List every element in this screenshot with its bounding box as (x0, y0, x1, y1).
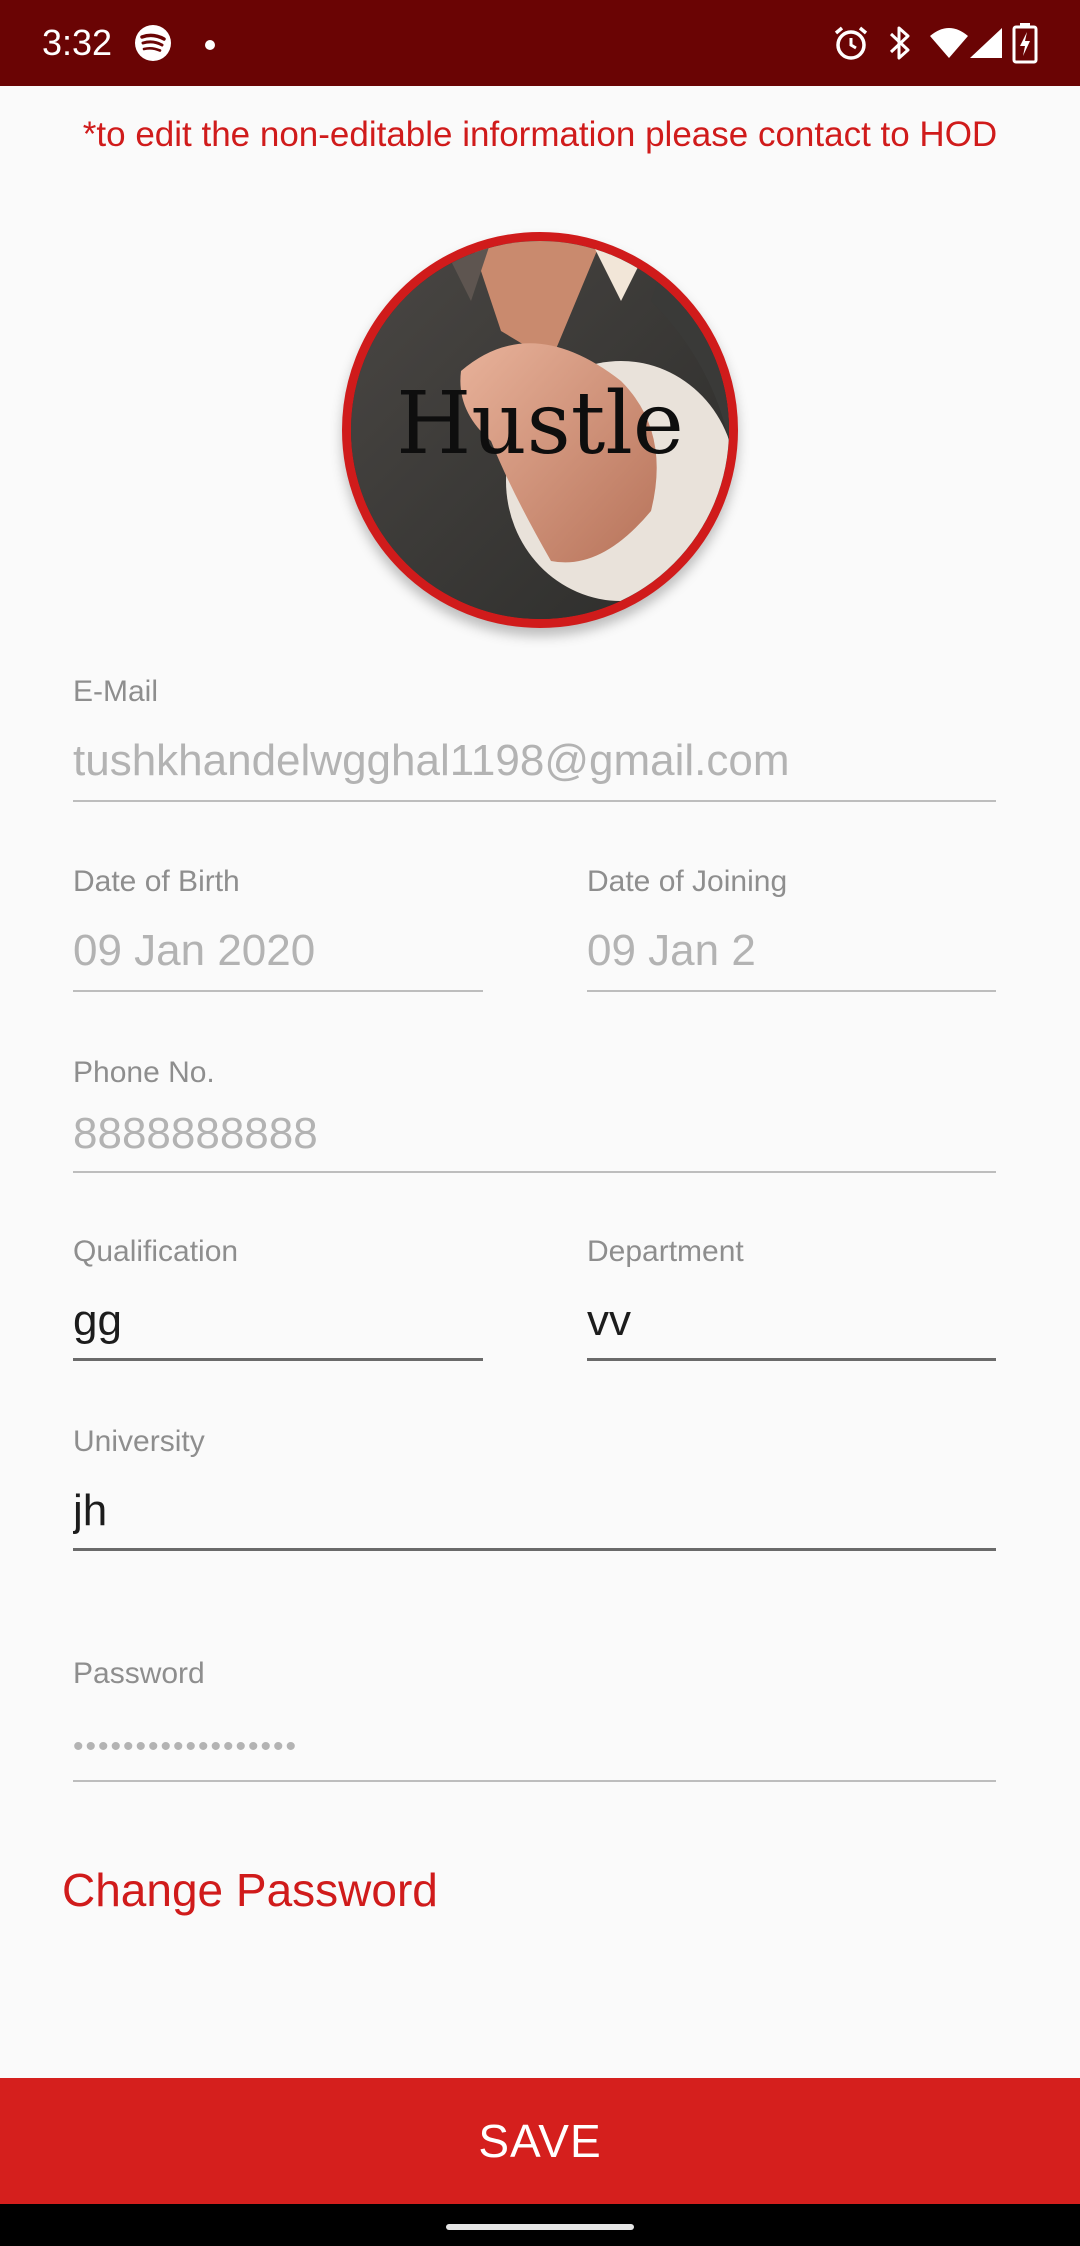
alarm-icon (832, 24, 870, 67)
wifi-icon (928, 24, 970, 67)
qualification-underline (73, 1358, 483, 1361)
signal-icon (968, 24, 1004, 67)
doj-field: Date of Joining 09 Jan 2 (587, 864, 996, 994)
university-input[interactable]: jh (73, 1484, 107, 1538)
university-underline (73, 1548, 996, 1551)
dob-label: Date of Birth (73, 865, 240, 898)
password-underline (73, 1780, 996, 1782)
department-label: Department (587, 1235, 744, 1268)
phone-field: Phone No. 8888888888 (73, 1055, 996, 1185)
qualification-field[interactable]: Qualification gg (73, 1234, 483, 1364)
spotify-icon (134, 24, 172, 67)
department-input[interactable]: vv (587, 1294, 631, 1348)
bluetooth-icon (886, 24, 914, 67)
doj-label: Date of Joining (587, 865, 788, 898)
notification-dot-icon (204, 38, 216, 56)
profile-avatar[interactable]: Hustle (342, 232, 738, 628)
email-field: E-Mail tushkhandelwgghal1198@gmail.com (73, 674, 996, 804)
phone-value: 8888888888 (73, 1109, 318, 1158)
department-underline (587, 1358, 996, 1361)
doj-value: 09 Jan 2 (587, 926, 756, 975)
email-value: tushkhandelwgghal1198@gmail.com (73, 736, 790, 785)
dob-value: 09 Jan 2020 (73, 926, 316, 975)
battery-charging-icon (1012, 22, 1038, 69)
university-label: University (73, 1425, 205, 1458)
phone-underline (73, 1171, 996, 1173)
edit-notice: *to edit the non-editable information pl… (82, 115, 998, 154)
department-field[interactable]: Department vv (587, 1234, 996, 1364)
change-password-link[interactable]: Change Password (62, 1862, 438, 1918)
password-field: Password •••••••••••••••••• (73, 1656, 996, 1786)
dob-field: Date of Birth 09 Jan 2020 (73, 864, 483, 994)
save-button[interactable]: SAVE (0, 2078, 1080, 2204)
university-field[interactable]: University jh (73, 1424, 996, 1554)
navigation-bar (0, 2204, 1080, 2246)
avatar-image-text: Hustle (396, 374, 683, 474)
qualification-input[interactable]: gg (73, 1294, 122, 1348)
phone-label: Phone No. (73, 1056, 215, 1089)
email-underline (73, 800, 996, 802)
home-gesture-handle[interactable] (446, 2224, 634, 2230)
doj-underline (587, 990, 996, 992)
status-time: 3:32 (42, 22, 113, 63)
password-value: •••••••••••••••••• (73, 1730, 299, 1763)
dob-underline (73, 990, 483, 992)
email-label: E-Mail (73, 675, 159, 708)
status-bar: 3:32 (0, 0, 1080, 86)
password-label: Password (73, 1657, 205, 1690)
qualification-label: Qualification (73, 1235, 239, 1268)
